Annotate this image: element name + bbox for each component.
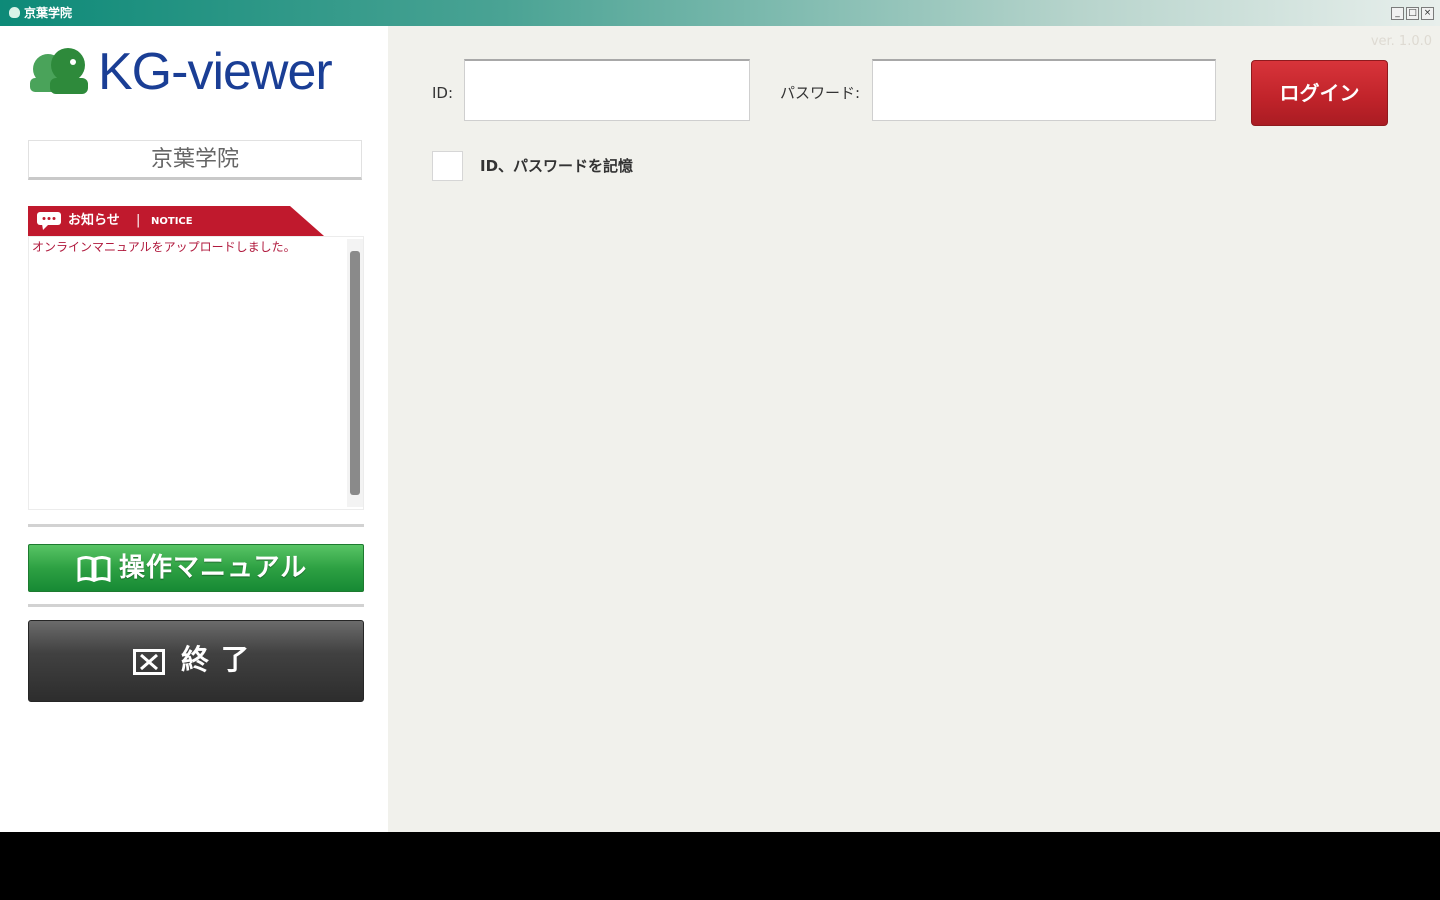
logo-text: KG-viewer: [98, 43, 333, 101]
manual-button-label: 操作マニュアル: [119, 553, 308, 583]
app-icon: [9, 7, 20, 18]
id-field[interactable]: [464, 59, 750, 121]
version-label: ver. 1.0.0: [1370, 34, 1432, 49]
notice-tab-label: お知らせ: [68, 213, 120, 228]
speech-bubble-icon: [37, 212, 61, 230]
id-label: ID:: [432, 84, 454, 102]
maximize-button[interactable]: □: [1406, 7, 1419, 20]
exit-button[interactable]: 終了: [28, 620, 364, 702]
minimize-button[interactable]: _: [1391, 7, 1404, 20]
window-controls: _ □ ×: [1391, 7, 1434, 20]
remember-label[interactable]: ID、パスワードを記憶: [480, 157, 633, 175]
notice-list[interactable]: オンラインマニュアルをアップロードしました。: [28, 236, 364, 510]
login-panel: ver. 1.0.0 ID: パスワード: ログイン ID、パスワードを記憶: [388, 26, 1440, 832]
exit-button-label: 終了: [181, 643, 262, 676]
sidebar: KG-viewer 京葉学院 お知らせ | NOTICE オンラインマニュアルを…: [6, 26, 388, 832]
password-field[interactable]: [872, 59, 1216, 121]
manual-button[interactable]: 操作マニュアル: [28, 544, 364, 592]
notice-message[interactable]: オンラインマニュアルをアップロードしました。: [32, 240, 296, 255]
notice-panel: お知らせ | NOTICE オンラインマニュアルをアップロードしました。: [28, 206, 364, 510]
password-label: パスワード:: [780, 84, 861, 102]
divider: [28, 604, 364, 607]
title-bar[interactable]: 京葉学院 _ □ ×: [0, 0, 1440, 26]
login-button[interactable]: ログイン: [1251, 60, 1388, 126]
app-logo: KG-viewer: [28, 44, 368, 100]
window-title: 京葉学院: [24, 6, 73, 20]
divider: [28, 524, 364, 527]
close-window-button[interactable]: ×: [1421, 7, 1434, 20]
notice-tab-separator: |: [136, 213, 141, 228]
school-name: 京葉学院: [28, 140, 362, 180]
notice-scrollbar[interactable]: [347, 239, 363, 507]
book-icon: [77, 556, 111, 582]
close-box-icon: [133, 649, 165, 675]
remember-checkbox[interactable]: [432, 151, 463, 181]
scrollbar-thumb[interactable]: [350, 251, 360, 495]
notice-tab-label-en: NOTICE: [151, 216, 193, 227]
app-window: 京葉学院 _ □ × KG-viewer 京葉学院 お知らせ | NOTICE …: [0, 0, 1440, 832]
kg-heads-logo-icon: [30, 48, 88, 94]
